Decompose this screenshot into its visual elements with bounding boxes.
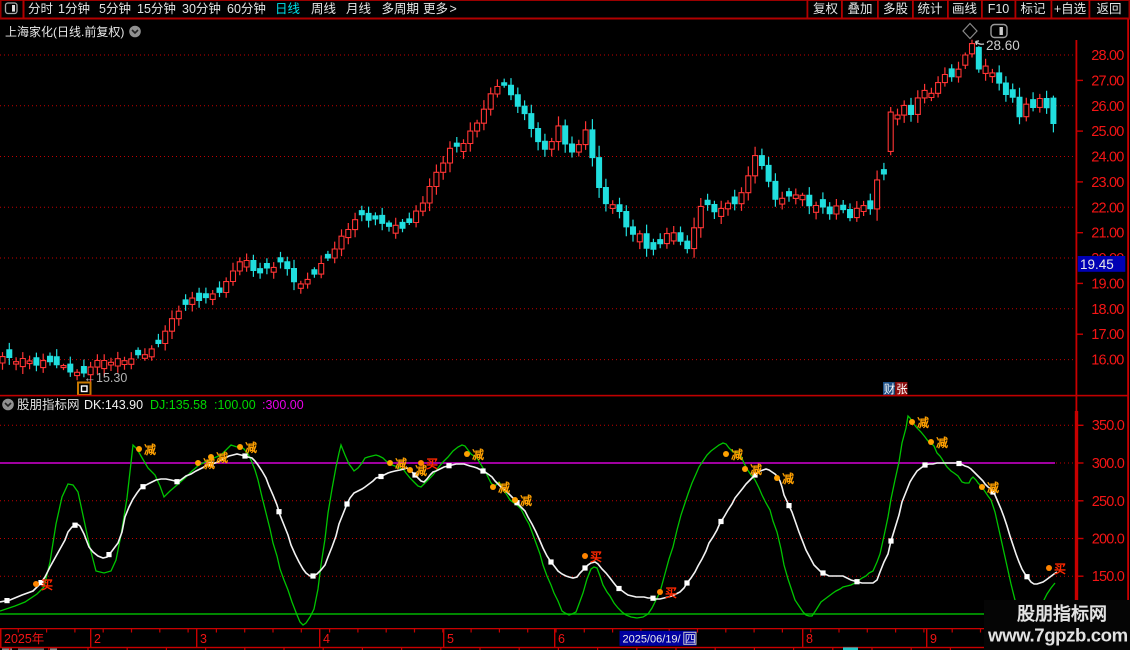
svg-text:减: 减 bbox=[782, 471, 794, 486]
svg-text:21.00: 21.00 bbox=[1091, 226, 1124, 242]
svg-text:返回: 返回 bbox=[1096, 2, 1121, 16]
svg-text:画线: 画线 bbox=[952, 2, 978, 16]
svg-text:标记: 标记 bbox=[1020, 2, 1046, 16]
svg-text::300.00: :300.00 bbox=[262, 398, 304, 412]
svg-text:27.00: 27.00 bbox=[1091, 73, 1124, 89]
svg-text:8: 8 bbox=[806, 632, 813, 646]
svg-text:4: 4 bbox=[323, 632, 330, 646]
svg-text:多周期: 多周期 bbox=[382, 2, 420, 16]
svg-text:减: 减 bbox=[395, 456, 407, 471]
svg-text:周线: 周线 bbox=[311, 2, 337, 16]
svg-text:减: 减 bbox=[472, 447, 484, 462]
svg-text:17.00: 17.00 bbox=[1091, 327, 1124, 343]
svg-text:减: 减 bbox=[144, 442, 156, 457]
svg-text:减: 减 bbox=[987, 480, 999, 495]
svg-text:300.0: 300.0 bbox=[1092, 456, 1125, 472]
svg-text:月线: 月线 bbox=[346, 2, 372, 16]
svg-text:250.0: 250.0 bbox=[1092, 494, 1125, 510]
svg-text:买: 买 bbox=[41, 578, 53, 592]
svg-text:18.00: 18.00 bbox=[1091, 302, 1124, 318]
svg-text:26.00: 26.00 bbox=[1091, 99, 1124, 115]
svg-text:张: 张 bbox=[896, 383, 908, 396]
svg-text:买: 买 bbox=[665, 586, 677, 600]
svg-text:统计: 统计 bbox=[917, 2, 942, 16]
svg-text:150.0: 150.0 bbox=[1092, 569, 1125, 585]
svg-text:www.7gpzb.com: www.7gpzb.com bbox=[987, 625, 1128, 646]
svg-text:16.00: 16.00 bbox=[1091, 353, 1124, 369]
svg-text:+自选: +自选 bbox=[1054, 2, 1087, 16]
svg-text:减: 减 bbox=[520, 493, 532, 508]
svg-text:25.00: 25.00 bbox=[1091, 124, 1124, 140]
svg-text:30分钟: 30分钟 bbox=[182, 1, 221, 16]
svg-text:22.00: 22.00 bbox=[1091, 200, 1124, 216]
svg-text:19.00: 19.00 bbox=[1091, 276, 1124, 292]
svg-text::100.00: :100.00 bbox=[214, 398, 256, 412]
svg-text:减: 减 bbox=[731, 447, 743, 462]
svg-text:6: 6 bbox=[558, 632, 565, 646]
svg-text:60分钟: 60分钟 bbox=[227, 1, 266, 16]
svg-text:减: 减 bbox=[936, 435, 948, 450]
svg-text:28.00: 28.00 bbox=[1091, 48, 1124, 64]
svg-text:更多: 更多 bbox=[423, 2, 448, 16]
svg-text:减: 减 bbox=[498, 480, 510, 495]
svg-text:3: 3 bbox=[200, 632, 207, 646]
svg-text:减: 减 bbox=[750, 462, 762, 477]
svg-text:>: > bbox=[450, 2, 457, 16]
svg-text:四: 四 bbox=[685, 633, 696, 645]
svg-text:叠加: 叠加 bbox=[847, 2, 872, 16]
svg-text:股朋指标网: 股朋指标网 bbox=[17, 397, 80, 412]
svg-text:买: 买 bbox=[590, 550, 602, 564]
svg-text:股朋指标网: 股朋指标网 bbox=[1016, 603, 1107, 624]
svg-text:买: 买 bbox=[426, 457, 438, 471]
svg-text:28.60: 28.60 bbox=[986, 38, 1020, 53]
svg-text:19.45: 19.45 bbox=[1080, 257, 1114, 272]
svg-text:1分钟: 1分钟 bbox=[58, 1, 90, 16]
svg-text:财: 财 bbox=[884, 382, 896, 396]
svg-text:2025/06/19/: 2025/06/19/ bbox=[623, 633, 682, 645]
svg-text:减: 减 bbox=[245, 440, 257, 455]
svg-text:24.00: 24.00 bbox=[1091, 150, 1124, 166]
svg-text:5: 5 bbox=[447, 632, 454, 646]
svg-text:2025年: 2025年 bbox=[4, 632, 44, 646]
svg-text:200.0: 200.0 bbox=[1092, 532, 1125, 548]
svg-text:9: 9 bbox=[930, 632, 937, 646]
svg-text:减: 减 bbox=[216, 450, 228, 465]
svg-text:DK:143.90: DK:143.90 bbox=[84, 398, 143, 412]
svg-text:上海家化(日线.前复权): 上海家化(日线.前复权) bbox=[5, 24, 124, 39]
svg-text:2: 2 bbox=[94, 632, 101, 646]
svg-text:多股: 多股 bbox=[883, 2, 909, 16]
svg-text:复权: 复权 bbox=[813, 1, 839, 16]
svg-text:23.00: 23.00 bbox=[1091, 175, 1124, 191]
svg-text:15分钟: 15分钟 bbox=[137, 1, 176, 16]
svg-text:减: 减 bbox=[917, 415, 929, 430]
svg-text:分时: 分时 bbox=[28, 2, 54, 16]
svg-text:F10: F10 bbox=[988, 2, 1010, 16]
svg-text:5分钟: 5分钟 bbox=[99, 1, 131, 16]
svg-text:350.0: 350.0 bbox=[1092, 418, 1125, 434]
svg-text:DJ:135.58: DJ:135.58 bbox=[150, 398, 207, 412]
svg-text:买: 买 bbox=[1054, 562, 1066, 576]
svg-text:日线: 日线 bbox=[275, 2, 301, 16]
